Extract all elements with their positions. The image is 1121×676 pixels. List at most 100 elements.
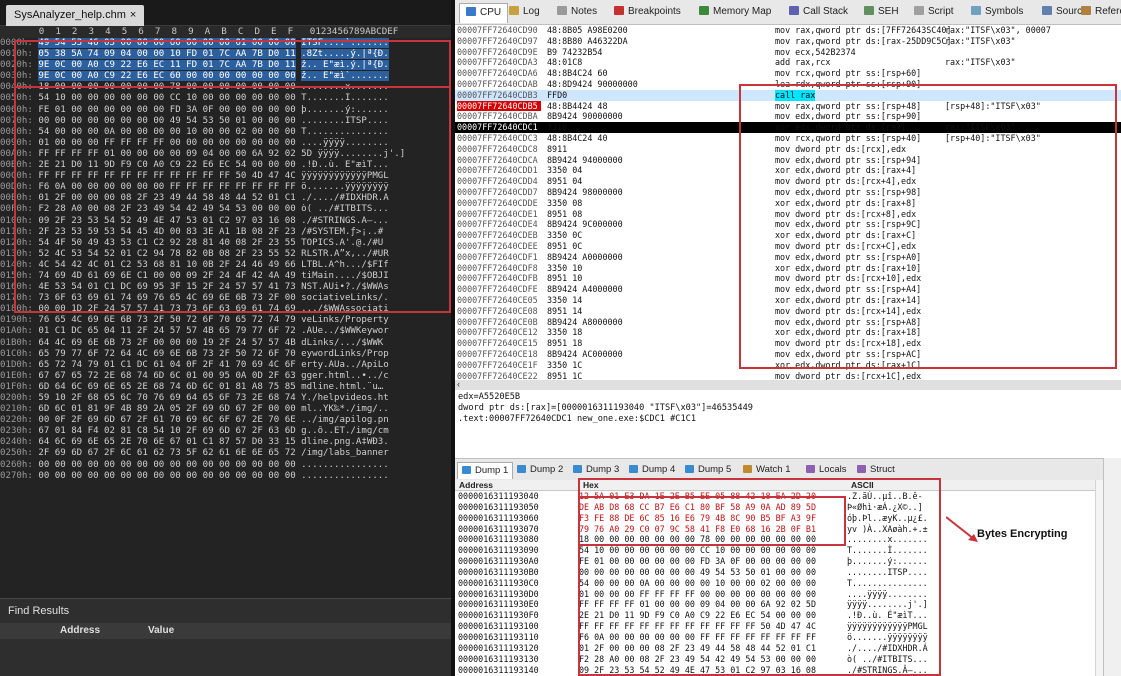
hex-bytes[interactable]: 65 72 74 79 01 C1 DC 61 04 0F 2F 41 70 6… [38,360,295,370]
disasm-address[interactable]: 00007FF72640CE1F [457,360,541,371]
dump-address[interactable]: 00000163111930A0 [455,556,579,567]
dump-address[interactable]: 0000016311193130 [455,654,579,665]
hex-bytes[interactable]: 67 01 84 F4 02 81 C8 54 10 2F 69 6D 67 2… [38,426,295,436]
disasm-instruction[interactable]: mov ecx,542B2374 [775,47,856,58]
hex-row[interactable]: 0230h: 67 01 84 F4 02 81 C8 54 10 2F 69 … [0,426,451,437]
disasm-address[interactable]: 00007FF72640CDFB [457,273,541,284]
hex-bytes[interactable]: 01 C1 DC 65 04 11 2F 24 57 57 4B 65 79 7… [38,326,295,336]
tab-dump-3[interactable]: Dump 3 [569,462,623,479]
hex-row[interactable]: 0250h: 2F 69 6D 67 2F 6C 61 62 73 5F 62 … [0,448,451,459]
hex-bytes[interactable]: 76 65 4C 69 6E 6B 73 2F 50 72 6F 70 65 7… [38,315,295,325]
dump-address[interactable]: 0000016311193070 [455,524,579,535]
tab-struct[interactable]: Struct [853,462,899,479]
disasm-row[interactable]: 00007FF72640CD90 48:8B05 A98E0200 mov rax,… [455,25,1121,36]
tab-seh[interactable]: SEH [864,3,899,23]
close-icon[interactable]: × [130,9,136,21]
hex-row[interactable]: 0200h: 59 10 2F 68 65 6C 70 76 69 64 65 … [0,393,451,404]
disasm-instruction[interactable]: add rax,rcx [775,57,830,68]
disasm-address[interactable]: 00007FF72640CDDE [457,198,541,209]
dump-address[interactable]: 0000016311193120 [455,643,579,654]
horizontal-scrollbar[interactable]: ‹ [455,379,1121,390]
disasm-address[interactable]: 00007FF72640CE12 [457,327,541,338]
dump-address[interactable]: 0000016311193040 [455,491,579,502]
tab-breakpoints[interactable]: Breakpoints [614,3,681,23]
disasm-address[interactable]: 00007FF72640CDB5 [457,100,541,112]
hex-row[interactable]: 0210h: 6D 6C 01 81 9F 4B 89 2A 05 2F 69 … [0,404,451,415]
tab-watch-1[interactable]: Watch 1 [739,462,795,479]
tab-call-stack[interactable]: Call Stack [789,3,848,23]
hex-row[interactable]: 0260h: 00 00 00 00 00 00 00 00 00 00 00 … [0,460,451,471]
tab-references[interactable]: References [1081,3,1121,23]
dump-address[interactable]: 00000163111930C0 [455,578,579,589]
hex-row[interactable]: 0240h: 64 6C 69 6E 65 2E 70 6E 67 01 C1 … [0,437,451,448]
disasm-row[interactable]: 00007FF72640CDA6 48:8B4C24 60 mov rcx,qwor… [455,68,1121,79]
tab-cpu[interactable]: CPU [459,3,509,23]
disasm-address[interactable]: 00007FF72640CE08 [457,306,541,317]
hex-bytes[interactable]: 64 4C 69 6E 6B 73 2F 00 00 00 19 2F 24 5… [38,338,295,348]
hex-row[interactable]: 01E0h: 67 67 65 72 2E 68 74 6D 6C 01 00 … [0,371,451,382]
disasm-address[interactable]: 00007FF72640CDD1 [457,165,541,176]
disasm-address[interactable]: 00007FF72640CDEB [457,230,541,241]
dump-address[interactable]: 0000016311193060 [455,513,579,524]
disasm-address[interactable]: 00007FF72640CE15 [457,338,541,349]
hex-bytes[interactable]: 67 67 65 72 2E 68 74 6D 6C 01 00 95 0A 0… [38,371,295,381]
dump-address[interactable]: 00000163111930B0 [455,567,579,578]
disasm-address[interactable]: 00007FF72640CDBA [457,111,541,122]
hex-bytes[interactable]: 00 0F 2F 69 6D 67 2F 61 70 69 6C 6F 67 2… [38,415,295,425]
disasm-address[interactable]: 00007FF72640CDF8 [457,263,541,274]
tab-script[interactable]: Script [914,3,954,23]
hex-row[interactable]: 0220h: 00 0F 2F 69 6D 67 2F 61 70 69 6C … [0,415,451,426]
disasm-row[interactable]: 00007FF72640CD97 48:8B80 A46322DA mov rax,… [455,36,1121,47]
disasm-address[interactable]: 00007FF72640CE05 [457,295,541,306]
hex-row[interactable]: 01F0h: 6D 64 6C 69 6E 65 2E 68 74 6D 6C … [0,382,451,393]
disasm-instruction[interactable]: mov rax,qword ptr ds:[rax-25DD9C5C] [775,36,951,47]
dump-address[interactable]: 0000016311193100 [455,621,579,632]
disasm-instruction[interactable]: mov rax,qword ptr ds:[7FF72643SC40] [775,25,951,36]
disasm-instruction[interactable]: mov rcx,qword ptr ss:[rsp+60] [775,68,921,79]
hex-bytes[interactable]: 00 00 00 00 00 00 00 00 00 00 00 00 00 0… [38,460,295,470]
dump-col-address[interactable]: Address [459,480,493,490]
hex-row[interactable]: 01C0h: 65 79 77 6F 72 64 4C 69 6E 6B 73 … [0,349,451,360]
dump-address[interactable]: 0000016311193140 [455,665,579,676]
disasm-address[interactable]: 00007FF72640CDAB [457,79,541,90]
dump-address[interactable]: 00000163111930F0 [455,610,579,621]
tab-dump-4[interactable]: Dump 4 [625,462,679,479]
disasm-address[interactable]: 00007FF72640CD9E [457,47,541,58]
hex-bytes[interactable]: 2F 69 6D 67 2F 6C 61 62 73 5F 62 61 6E 6… [38,448,295,458]
disasm-address[interactable]: 00007FF72640CDC8 [457,144,541,155]
hex-bytes[interactable]: 6D 64 6C 69 6E 65 2E 68 74 6D 6C 01 81 A… [38,382,295,392]
hex-row[interactable]: 01A0h: 01 C1 DC 65 04 11 2F 24 57 57 4B … [0,326,451,337]
hex-bytes[interactable]: 6D 6C 01 81 9F 4B 89 2A 05 2F 69 6D 67 2… [38,404,295,414]
dump-address[interactable]: 0000016311193090 [455,545,579,556]
dump-address[interactable]: 00000163111930D0 [455,589,579,600]
hex-bytes[interactable]: 65 79 77 6F 72 64 4C 69 6E 6B 73 2F 50 7… [38,349,295,359]
disasm-address[interactable]: 00007FF72640CDD4 [457,176,541,187]
dump-address[interactable]: 0000016311193050 [455,502,579,513]
tab-dump-1[interactable]: Dump 1 [457,462,514,479]
tab-locals[interactable]: Locals [802,462,850,479]
disasm-address[interactable]: 00007FF72640CDA6 [457,68,541,79]
chevron-left-icon[interactable]: ‹ [457,379,460,389]
hex-row[interactable]: 0270h: 00 00 00 00 00 00 00 00 00 00 00 … [0,471,451,482]
hex-bytes[interactable]: 59 10 2F 68 65 6C 70 76 69 64 65 6F 73 2… [38,393,295,403]
hex-row[interactable]: 01D0h: 65 72 74 79 01 C1 DC 61 04 0F 2F … [0,360,451,371]
disasm-row[interactable]: 00007FF72640CE22 8951 1C mov dword ptr ds:… [455,371,1121,380]
disasm-address[interactable]: 00007FF72640CD97 [457,36,541,47]
disasm-address[interactable]: 00007FF72640CDEE [457,241,541,252]
tab-log[interactable]: Log [509,3,540,23]
find-col-value[interactable]: Value [148,625,174,636]
disasm-address[interactable]: 00007FF72640CE0B [457,317,541,328]
dump-address[interactable]: 0000016311193110 [455,632,579,643]
tab-memory-map[interactable]: Memory Map [699,3,771,23]
tab-dump-5[interactable]: Dump 5 [681,462,735,479]
disasm-row[interactable]: 00007FF72640CD9E B9 74232B54 mov ecx,542B2… [455,47,1121,58]
disasm-address[interactable]: 00007FF72640CDA3 [457,57,541,68]
hex-bytes[interactable]: 64 6C 69 6E 65 2E 70 6E 67 01 C1 87 57 D… [38,437,295,447]
hex-row[interactable]: 0190h: 76 65 4C 69 6E 6B 73 2F 50 72 6F … [0,315,451,326]
disasm-address[interactable]: 00007FF72640CDD7 [457,187,541,198]
hex-row[interactable]: 01B0h: 64 4C 69 6E 6B 73 2F 00 00 00 19 … [0,338,451,349]
disasm-row[interactable]: 00007FF72640CDA3 48:01C8 add rax,rcx rax:"I… [455,57,1121,68]
tab-symbols[interactable]: Symbols [971,3,1023,23]
tab-dump-2[interactable]: Dump 2 [513,462,567,479]
file-tab[interactable]: SysAnalyzer_help.chm × [6,5,145,26]
